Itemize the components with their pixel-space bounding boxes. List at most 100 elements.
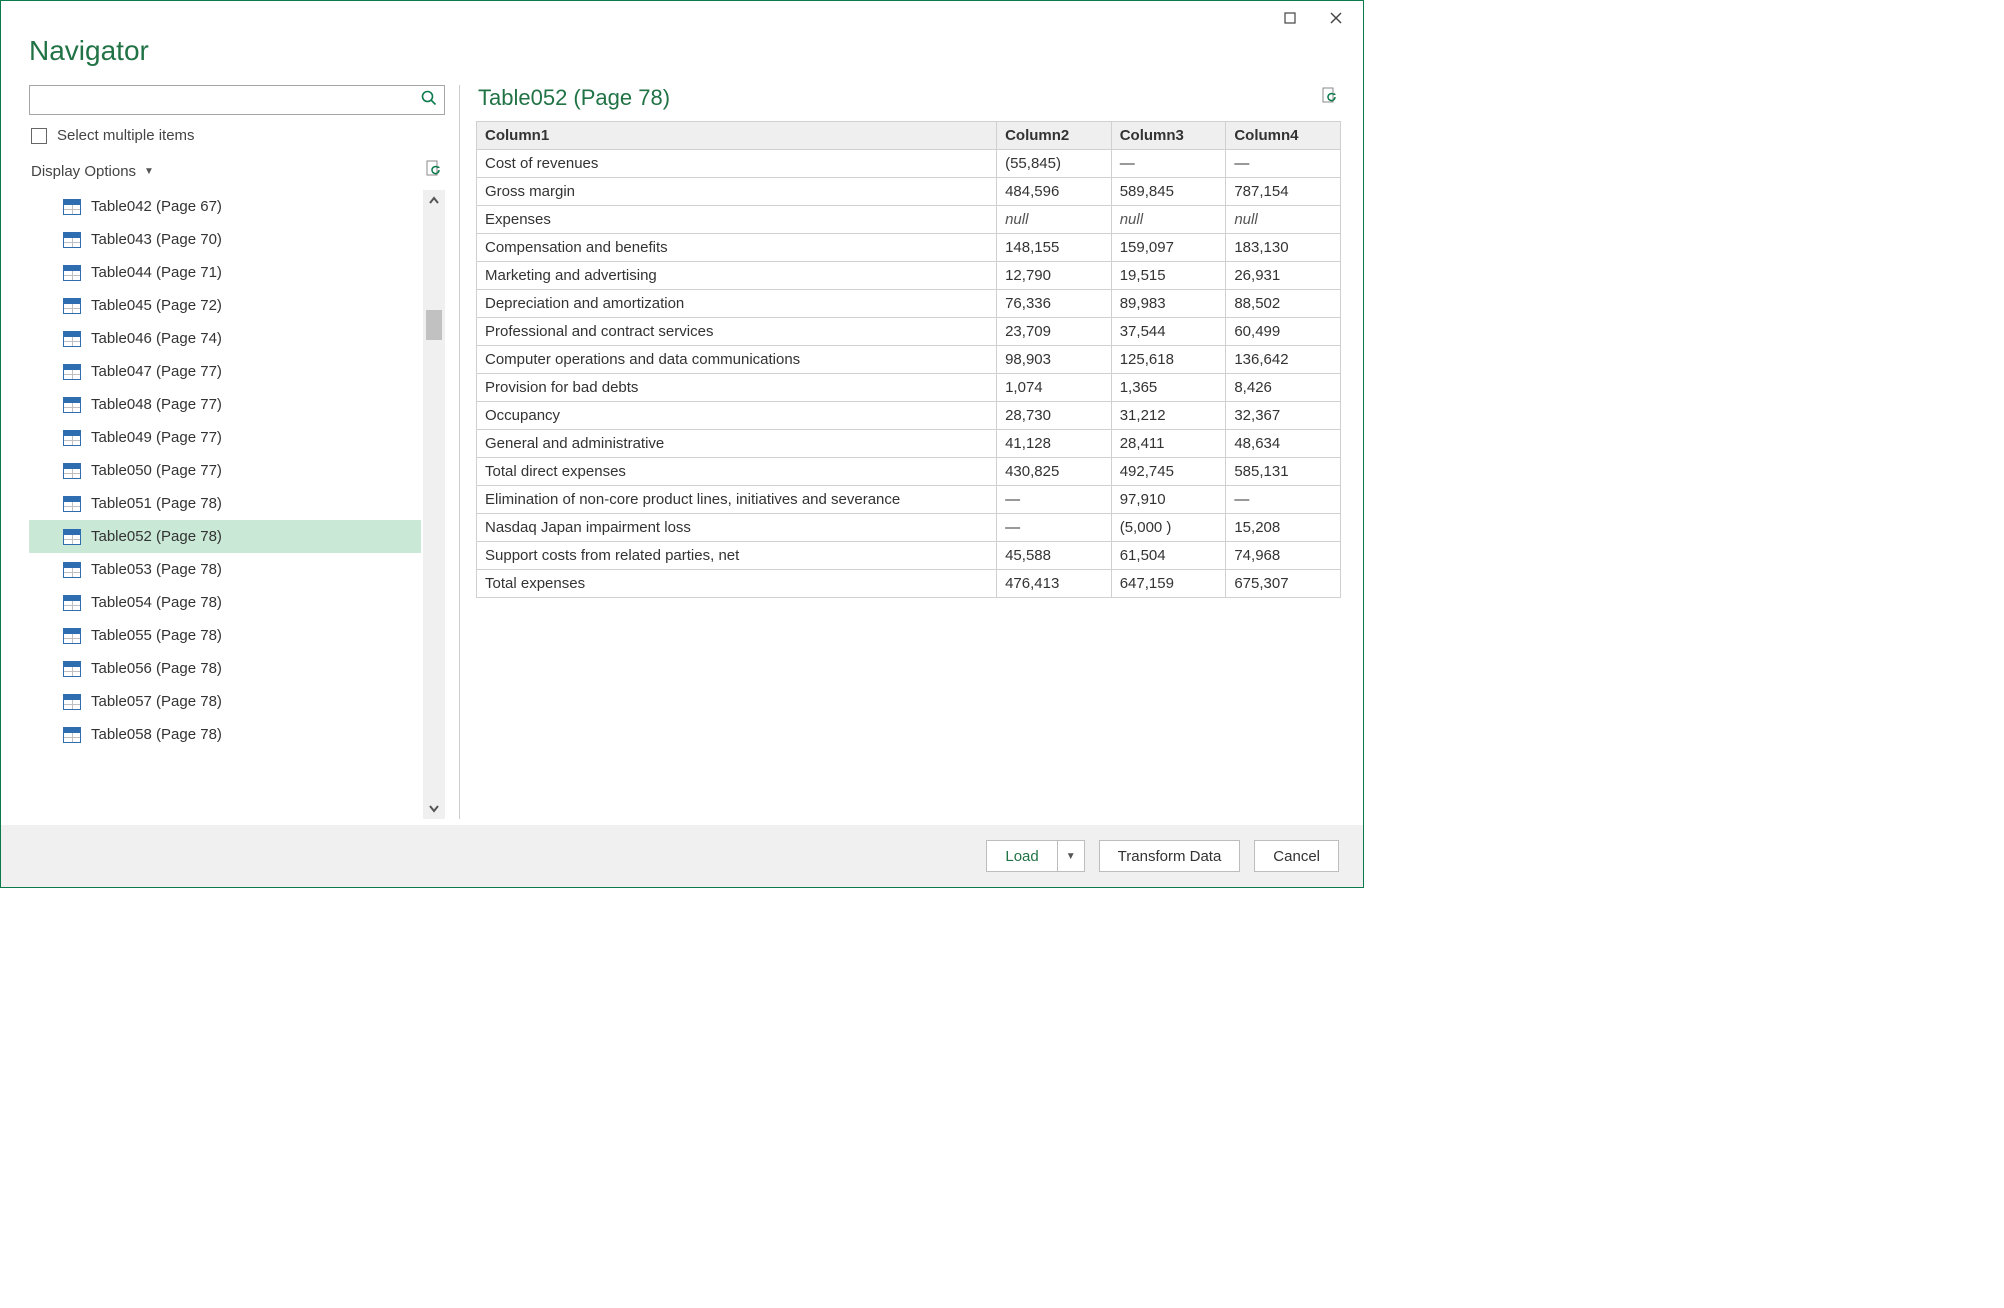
table-row[interactable]: Total direct expenses430,825492,745585,1… (477, 458, 1341, 486)
table-cell: — (1111, 150, 1226, 178)
table-icon (63, 661, 81, 677)
table-row[interactable]: Provision for bad debts1,0741,3658,426 (477, 374, 1341, 402)
tree-item[interactable]: Table054 (Page 78) (29, 586, 421, 619)
table-row[interactable]: Depreciation and amortization76,33689,98… (477, 290, 1341, 318)
table-cell: 148,155 (997, 234, 1112, 262)
cancel-button-label: Cancel (1273, 848, 1320, 865)
preview-table: Column1Column2Column3Column4 Cost of rev… (476, 121, 1341, 598)
display-options-dropdown[interactable]: Display Options ▼ (31, 163, 154, 180)
table-cell: — (1226, 486, 1341, 514)
table-row[interactable]: Computer operations and data communicati… (477, 346, 1341, 374)
table-row[interactable]: Marketing and advertising12,79019,51526,… (477, 262, 1341, 290)
tree-item-label: Table056 (Page 78) (91, 660, 222, 677)
table-cell: 61,504 (1111, 542, 1226, 570)
table-icon (63, 727, 81, 743)
transform-data-button[interactable]: Transform Data (1099, 840, 1241, 872)
tree-item[interactable]: Table048 (Page 77) (29, 388, 421, 421)
cancel-button[interactable]: Cancel (1254, 840, 1339, 872)
table-cell: 183,130 (1226, 234, 1341, 262)
tree-item[interactable]: Table045 (Page 72) (29, 289, 421, 322)
table-icon (63, 199, 81, 215)
tree-item-label: Table042 (Page 67) (91, 198, 222, 215)
tree-item[interactable]: Table044 (Page 71) (29, 256, 421, 289)
table-tree: Table042 (Page 67)Table043 (Page 70)Tabl… (29, 190, 445, 819)
table-row[interactable]: Compensation and benefits148,155159,0971… (477, 234, 1341, 262)
table-icon (63, 694, 81, 710)
titlebar (1, 1, 1363, 35)
table-icon (63, 595, 81, 611)
table-row[interactable]: Professional and contract services23,709… (477, 318, 1341, 346)
table-cell: 1,074 (997, 374, 1112, 402)
dialog-title: Navigator (29, 35, 1363, 67)
table-row[interactable]: Support costs from related parties, net4… (477, 542, 1341, 570)
tree-item[interactable]: Table050 (Page 77) (29, 454, 421, 487)
table-cell: 31,212 (1111, 402, 1226, 430)
tree-item-label: Table045 (Page 72) (91, 297, 222, 314)
tree-item[interactable]: Table053 (Page 78) (29, 553, 421, 586)
tree-item[interactable]: Table056 (Page 78) (29, 652, 421, 685)
tree-item-label: Table055 (Page 78) (91, 627, 222, 644)
table-cell: 787,154 (1226, 178, 1341, 206)
search-icon[interactable] (420, 89, 438, 111)
navigator-left-pane: Select multiple items Display Options ▼ … (29, 85, 459, 819)
table-icon (63, 562, 81, 578)
search-box[interactable] (29, 85, 445, 115)
tree-item[interactable]: Table046 (Page 74) (29, 322, 421, 355)
scroll-thumb[interactable] (426, 310, 442, 340)
column-header[interactable]: Column3 (1111, 122, 1226, 150)
table-cell: 23,709 (997, 318, 1112, 346)
table-cell: Computer operations and data communicati… (477, 346, 997, 374)
tree-item-label: Table046 (Page 74) (91, 330, 222, 347)
table-cell: — (997, 486, 1112, 514)
table-cell: 476,413 (997, 570, 1112, 598)
select-multiple-label: Select multiple items (57, 127, 195, 144)
table-cell: 37,544 (1111, 318, 1226, 346)
table-cell: 1,365 (1111, 374, 1226, 402)
tree-item[interactable]: Table052 (Page 78) (29, 520, 421, 553)
search-input[interactable] (36, 86, 420, 114)
table-cell: 98,903 (997, 346, 1112, 374)
table-icon (63, 430, 81, 446)
table-row[interactable]: Expensesnullnullnull (477, 206, 1341, 234)
tree-item[interactable]: Table042 (Page 67) (29, 190, 421, 223)
maximize-button[interactable] (1267, 3, 1313, 33)
column-header[interactable]: Column4 (1226, 122, 1341, 150)
tree-item[interactable]: Table057 (Page 78) (29, 685, 421, 718)
tree-item[interactable]: Table058 (Page 78) (29, 718, 421, 751)
table-cell: 125,618 (1111, 346, 1226, 374)
scrollbar[interactable] (423, 190, 445, 819)
tree-item[interactable]: Table055 (Page 78) (29, 619, 421, 652)
refresh-preview-icon[interactable] (1321, 87, 1339, 109)
table-cell: 28,411 (1111, 430, 1226, 458)
refresh-icon[interactable] (425, 160, 443, 182)
table-cell: 97,910 (1111, 486, 1226, 514)
table-row[interactable]: Nasdaq Japan impairment loss—(5,000 )15,… (477, 514, 1341, 542)
table-row[interactable]: Occupancy28,73031,21232,367 (477, 402, 1341, 430)
scroll-up-button[interactable] (423, 190, 445, 212)
tree-item[interactable]: Table043 (Page 70) (29, 223, 421, 256)
table-row[interactable]: Total expenses476,413647,159675,307 (477, 570, 1341, 598)
checkbox-icon (31, 128, 47, 144)
tree-item[interactable]: Table047 (Page 77) (29, 355, 421, 388)
table-row[interactable]: Gross margin484,596589,845787,154 (477, 178, 1341, 206)
table-cell: 41,128 (997, 430, 1112, 458)
tree-item[interactable]: Table051 (Page 78) (29, 487, 421, 520)
table-row[interactable]: Elimination of non-core product lines, i… (477, 486, 1341, 514)
scroll-down-button[interactable] (423, 797, 445, 819)
tree-item-label: Table047 (Page 77) (91, 363, 222, 380)
table-cell: 136,642 (1226, 346, 1341, 374)
table-cell: Depreciation and amortization (477, 290, 997, 318)
column-header[interactable]: Column2 (997, 122, 1112, 150)
table-cell: 48,634 (1226, 430, 1341, 458)
load-dropdown-toggle[interactable]: ▼ (1058, 840, 1085, 872)
table-cell: Gross margin (477, 178, 997, 206)
close-button[interactable] (1313, 3, 1359, 33)
select-multiple-checkbox[interactable]: Select multiple items (29, 115, 445, 150)
table-row[interactable]: Cost of revenues(55,845)—— (477, 150, 1341, 178)
load-button[interactable]: Load (986, 840, 1057, 872)
table-row[interactable]: General and administrative41,12828,41148… (477, 430, 1341, 458)
column-header[interactable]: Column1 (477, 122, 997, 150)
table-cell: 60,499 (1226, 318, 1341, 346)
table-icon (63, 463, 81, 479)
tree-item[interactable]: Table049 (Page 77) (29, 421, 421, 454)
